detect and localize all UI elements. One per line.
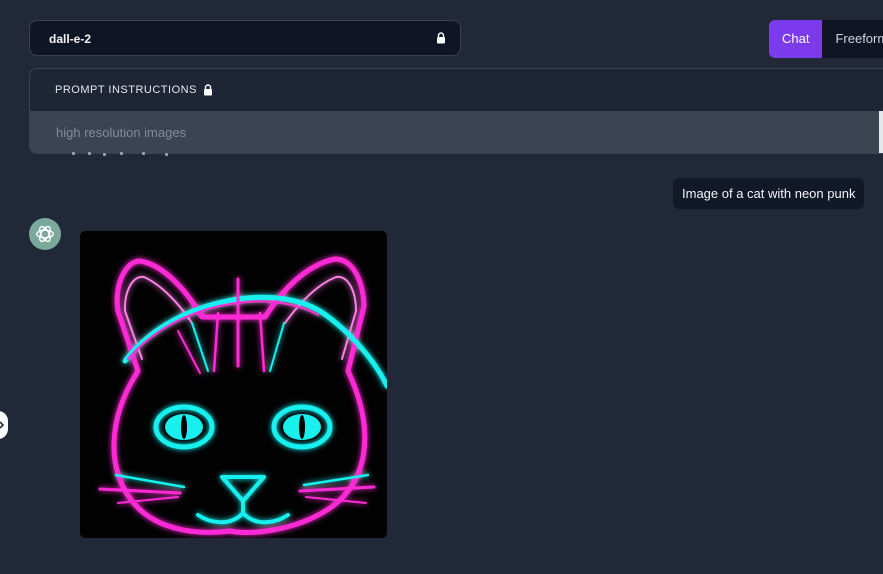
lock-icon — [437, 32, 445, 44]
mode-chat-button[interactable]: Chat — [769, 20, 823, 58]
chevron-right-icon — [0, 421, 5, 429]
prompt-instructions-label: PROMPT INSTRUCTIONS — [55, 84, 197, 96]
user-message-bubble: Image of a cat with neon punk — [673, 178, 865, 209]
clipped-previous-message — [70, 152, 190, 160]
lock-icon — [203, 84, 212, 96]
openai-logo-icon — [36, 225, 54, 243]
mode-toggle: Chat Freeform — [769, 20, 883, 58]
prompt-instructions-panel: PROMPT INSTRUCTIONS — [29, 68, 883, 154]
model-selector-value: dall-e-2 — [49, 32, 92, 46]
assistant-avatar — [29, 218, 61, 250]
model-selector[interactable]: dall-e-2 — [29, 20, 461, 56]
mode-freeform-button[interactable]: Freeform — [822, 20, 883, 58]
sidebar-collapse-handle[interactable] — [0, 411, 8, 439]
panel-scrollbar[interactable] — [879, 111, 883, 153]
generated-cat-image[interactable] — [80, 231, 387, 538]
prompt-instructions-header: PROMPT INSTRUCTIONS — [55, 84, 213, 96]
prompt-instructions-input[interactable] — [30, 111, 880, 153]
neon-cat-illustration — [98, 256, 387, 535]
